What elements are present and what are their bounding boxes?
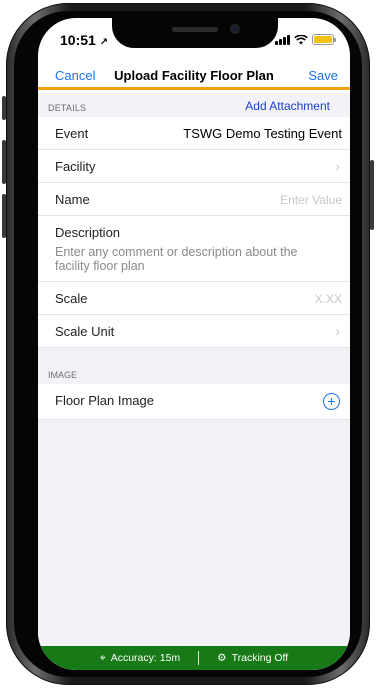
floor-plan-image-row[interactable]: Floor Plan Image + <box>38 384 350 420</box>
tracking-text: Tracking Off <box>231 652 289 664</box>
navigation-bar: Cancel Upload Facility Floor Plan Save <box>38 62 350 90</box>
image-header-label: IMAGE <box>48 370 78 380</box>
accuracy-indicator: ⌖ Accuracy: 15m <box>82 652 198 665</box>
time-text: 10:51 <box>60 32 96 48</box>
volume-up-button <box>2 140 6 184</box>
add-image-icon[interactable]: + <box>323 393 340 410</box>
add-attachment-button[interactable]: Add Attachment <box>245 99 330 113</box>
form-content: DETAILS Add Attachment Event TSWG Demo T… <box>38 93 350 670</box>
accuracy-text: Accuracy: 15m <box>110 652 181 664</box>
wifi-icon <box>294 34 308 44</box>
save-button[interactable]: Save <box>308 68 338 83</box>
front-camera <box>230 24 240 34</box>
location-arrow-icon: ↗ <box>99 37 109 48</box>
details-group: Event TSWG Demo Testing Event Facility ›… <box>38 117 350 348</box>
power-button <box>370 160 374 230</box>
floor-plan-image-label: Floor Plan Image <box>55 393 154 408</box>
notch <box>112 18 278 48</box>
description-input[interactable]: Enter any comment or description about t… <box>55 245 325 273</box>
details-header-label: DETAILS <box>48 103 87 113</box>
scale-row[interactable]: Scale X.XX <box>38 282 350 315</box>
image-group: Floor Plan Image + <box>38 384 350 420</box>
scale-label: Scale <box>55 291 88 306</box>
scale-unit-row[interactable]: Scale Unit › <box>38 315 350 348</box>
event-row[interactable]: Event TSWG Demo Testing Event <box>38 117 350 150</box>
chevron-right-icon: › <box>335 324 340 339</box>
gear-icon: ⚙ <box>217 652 227 664</box>
mute-switch <box>2 96 6 120</box>
status-icons <box>275 34 336 45</box>
phone-screen: 10:51 ↗ Cancel Upload Facility Floor Pla… <box>38 18 350 670</box>
status-time: 10:51 ↗ <box>60 32 108 48</box>
tracking-toggle[interactable]: ⚙ Tracking Off <box>199 652 306 664</box>
details-section-header: DETAILS Add Attachment <box>38 93 350 117</box>
name-label: Name <box>55 192 90 207</box>
event-value: TSWG Demo Testing Event <box>183 126 342 141</box>
scale-input[interactable]: X.XX <box>315 292 342 306</box>
name-input[interactable]: Enter Value <box>280 193 342 207</box>
location-status-bar: ⌖ Accuracy: 15m ⚙ Tracking Off <box>38 646 350 670</box>
event-label: Event <box>55 126 89 141</box>
battery-icon <box>312 34 336 45</box>
chevron-right-icon: › <box>335 159 340 174</box>
earpiece-speaker <box>172 27 218 32</box>
scale-unit-label: Scale Unit <box>55 324 115 339</box>
description-label: Description <box>55 225 121 240</box>
name-row[interactable]: Name Enter Value <box>38 183 350 216</box>
volume-down-button <box>2 194 6 238</box>
image-section-header: IMAGE <box>38 348 350 384</box>
description-row[interactable]: Description Enter any comment or descrip… <box>38 216 350 282</box>
page-title: Upload Facility Floor Plan <box>114 68 274 83</box>
facility-label: Facility <box>55 159 96 174</box>
facility-row[interactable]: Facility › <box>38 150 350 183</box>
crosshair-icon: ⌖ <box>99 651 106 664</box>
cellular-signal-icon <box>275 34 290 45</box>
